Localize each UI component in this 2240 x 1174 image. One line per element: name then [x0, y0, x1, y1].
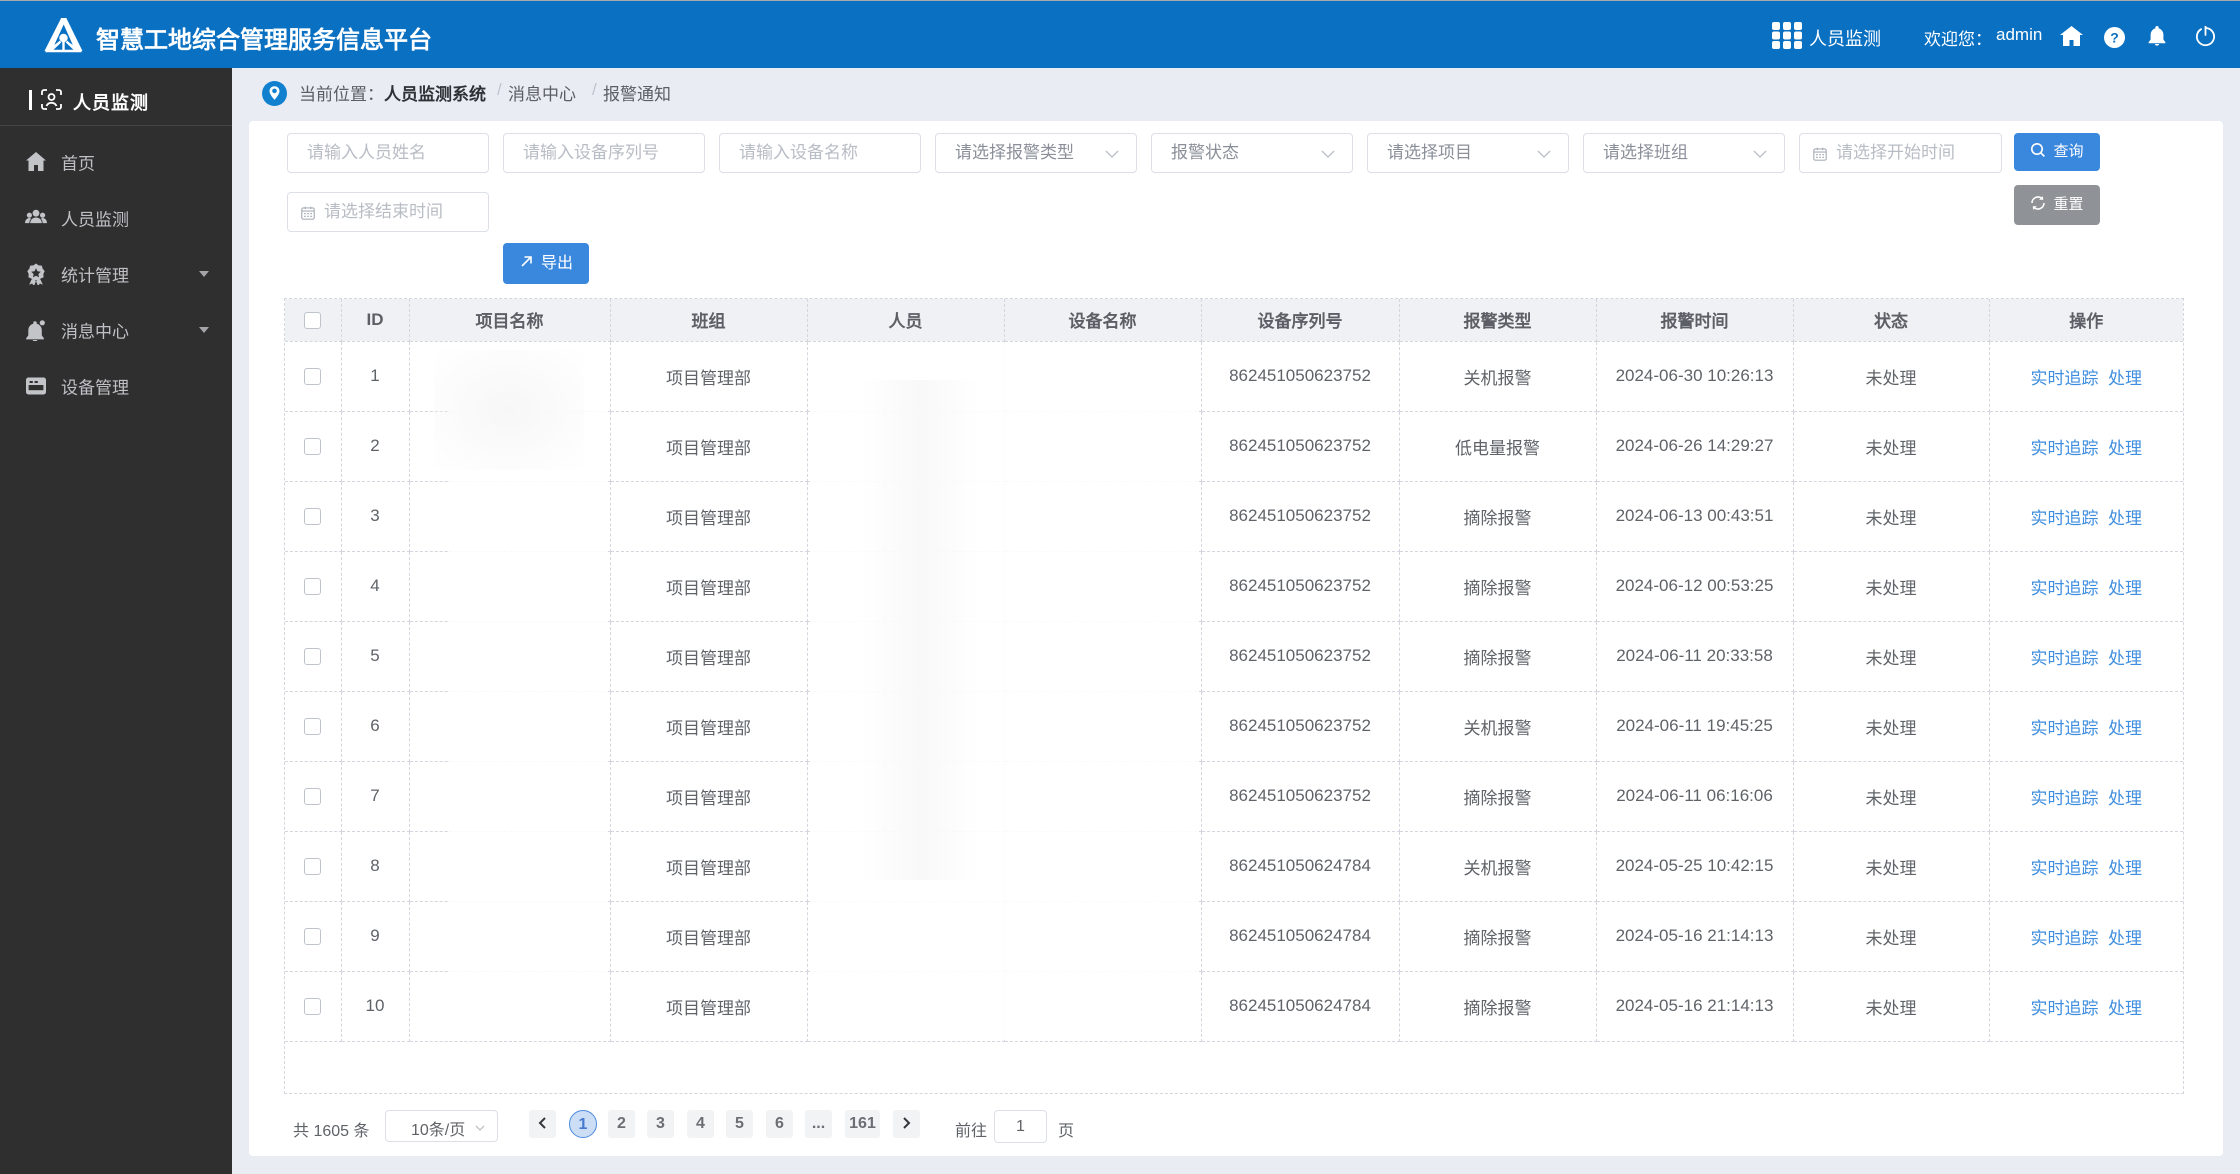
svg-text:?: ? — [2110, 30, 2119, 46]
